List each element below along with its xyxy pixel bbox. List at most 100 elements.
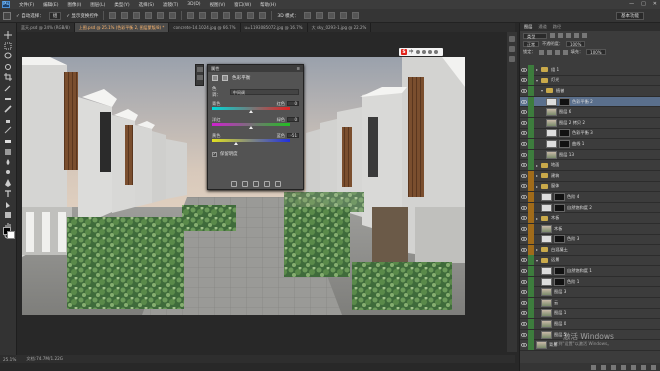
link-layers-icon[interactable] <box>591 364 596 370</box>
menu-layer[interactable]: 图层(L) <box>90 2 105 8</box>
mask-thumbnail[interactable] <box>559 97 570 106</box>
layer-row[interactable]: 图层 2 拷贝 2 <box>520 117 660 129</box>
visibility-eye-icon[interactable] <box>520 237 528 242</box>
layer-row[interactable]: 色彩平衡 3 <box>520 128 660 140</box>
gradient-tool-icon[interactable] <box>4 148 13 156</box>
layer-row[interactable]: ▾ 灯光 <box>520 75 660 87</box>
slider-thumb[interactable] <box>234 142 239 145</box>
history-brush-tool-icon[interactable] <box>4 126 13 134</box>
trash-icon[interactable] <box>651 364 656 370</box>
visibility-eye-icon[interactable] <box>520 205 528 210</box>
new-layer-icon[interactable] <box>641 364 646 370</box>
background-color-swatch[interactable] <box>7 231 15 239</box>
layer-row[interactable]: 云 <box>520 297 660 309</box>
ime-mic-icon[interactable] <box>421 50 426 54</box>
visibility-eye-icon[interactable] <box>520 216 528 221</box>
visibility-eye-icon[interactable] <box>520 290 528 295</box>
layer-mask-icon[interactable] <box>222 75 228 81</box>
clone-stamp-tool-icon[interactable] <box>4 116 13 124</box>
visibility-eye-icon[interactable] <box>520 67 528 72</box>
3d-drag-icon[interactable] <box>327 12 335 19</box>
align-bottom-icon[interactable] <box>133 12 141 19</box>
slider-thumb[interactable] <box>249 126 253 129</box>
visibility-eye-icon[interactable] <box>520 258 528 263</box>
properties-panel-header[interactable]: 属性 ≡ <box>208 65 303 72</box>
visibility-eye-icon[interactable] <box>520 300 528 305</box>
slider-value-input[interactable]: 0 <box>287 101 299 106</box>
auto-align-icon[interactable] <box>259 12 267 19</box>
panel-menu-icon[interactable]: ≡ <box>296 66 300 71</box>
doc-tab[interactable]: u=1193085072.jpg @ 16.7% <box>241 23 308 32</box>
mask-thumbnail[interactable] <box>559 139 570 148</box>
slider-thumb[interactable] <box>249 110 253 113</box>
layer-filter-dropdown[interactable]: 类型 <box>523 32 547 39</box>
ime-mode-label[interactable]: 中 <box>409 49 414 55</box>
character-icon[interactable] <box>509 56 515 62</box>
close-button[interactable]: ✕ <box>653 1 657 7</box>
layer-row[interactable]: 图层 0 <box>520 319 660 330</box>
opacity-input[interactable]: 100% <box>565 41 586 47</box>
layer-row[interactable]: 自然饱和度 1 <box>520 266 660 277</box>
pen-tool-icon[interactable] <box>4 179 13 188</box>
align-middle-icon[interactable] <box>121 12 129 19</box>
slider-value-input[interactable]: 0 <box>287 117 299 122</box>
filter-adjust-icon[interactable] <box>558 33 563 38</box>
visibility-eye-icon[interactable] <box>520 322 528 326</box>
distribute-left-icon[interactable] <box>223 12 231 19</box>
view-previous-icon[interactable] <box>241 181 248 187</box>
layer-row[interactable]: 自然饱和度 2 <box>520 202 660 214</box>
menu-select[interactable]: 选择(S) <box>139 2 154 8</box>
workspace-dropdown[interactable]: 基本功能 <box>616 12 644 20</box>
menu-view[interactable]: 视图(V) <box>210 2 226 8</box>
visibility-eye-icon[interactable] <box>520 99 528 104</box>
layer-row[interactable]: 曲线 1 <box>520 138 660 150</box>
layer-row[interactable]: ▾ 植被 <box>520 85 660 97</box>
ime-keyboard-icon[interactable] <box>427 50 432 54</box>
filter-pixel-icon[interactable] <box>550 33 555 38</box>
distribute-middle-icon[interactable] <box>199 12 207 19</box>
layers-list[interactable]: ▸ 组 1 ▾ 灯光 ▾ 植被 色彩平衡 2 图层 6 图层 2 拷贝 2 色彩平衡 3 曲线 1 图… <box>520 65 660 367</box>
healing-tool-icon[interactable] <box>4 95 13 103</box>
visibility-eye-icon[interactable] <box>520 142 528 146</box>
visibility-icon[interactable] <box>263 181 270 187</box>
tab-channels[interactable]: 通道 <box>538 24 546 30</box>
align-right-icon[interactable] <box>169 12 177 19</box>
visibility-eye-icon[interactable] <box>520 195 528 199</box>
3d-scale-icon[interactable] <box>351 12 359 19</box>
menu-file[interactable]: 文件(F) <box>19 2 34 8</box>
3d-rotate-icon[interactable] <box>303 12 311 19</box>
layer-row[interactable]: 色阶 3 <box>520 234 660 246</box>
layer-row[interactable]: ▸ 建筑 <box>520 170 660 182</box>
blend-mode-dropdown[interactable]: 正常 <box>523 41 539 47</box>
menu-type[interactable]: 类型(Y) <box>114 2 129 8</box>
visibility-eye-icon[interactable] <box>520 343 528 348</box>
menu-window[interactable]: 窗口(W) <box>234 2 251 8</box>
doc-tab[interactable]: 大 sky_0293-1.jpg @ 22.2% <box>308 23 372 32</box>
quick-select-tool-icon[interactable] <box>4 63 13 71</box>
align-top-icon[interactable] <box>109 12 117 19</box>
layer-row[interactable]: 图层 3 <box>520 287 660 299</box>
visibility-eye-icon[interactable] <box>520 173 528 178</box>
filter-shape-icon[interactable] <box>574 33 579 38</box>
preserve-luminosity-checkbox[interactable]: ✓ <box>212 151 217 157</box>
auto-select-checkbox[interactable]: ✓ 自动选择： <box>16 13 44 19</box>
visibility-eye-icon[interactable] <box>520 163 528 168</box>
mask-thumbnail[interactable] <box>554 235 565 244</box>
distribute-top-icon[interactable] <box>187 12 195 19</box>
menu-image[interactable]: 图像(I) <box>67 2 81 8</box>
show-transform-checkbox[interactable]: ✓ 显示变换控件 <box>66 13 98 19</box>
lock-pixels-icon[interactable] <box>546 49 552 55</box>
visibility-eye-icon[interactable] <box>520 120 528 125</box>
zoom-level[interactable]: 25.1% <box>3 357 16 362</box>
menu-filter[interactable]: 滤镜(T) <box>163 2 178 8</box>
layer-row[interactable]: 图层 1 <box>520 308 660 320</box>
properties-icon[interactable] <box>196 67 203 72</box>
layer-row[interactable]: 色阶 1 <box>520 276 660 288</box>
distribute-center-icon[interactable] <box>235 12 243 19</box>
mask-thumbnail[interactable] <box>554 277 565 286</box>
layer-row[interactable]: ▸ 白混凝土 <box>520 244 660 256</box>
visibility-eye-icon[interactable] <box>520 78 528 83</box>
visibility-eye-icon[interactable] <box>520 131 528 136</box>
ime-punct-icon[interactable] <box>415 50 420 54</box>
layer-row[interactable]: 色阶 4 <box>520 191 660 203</box>
